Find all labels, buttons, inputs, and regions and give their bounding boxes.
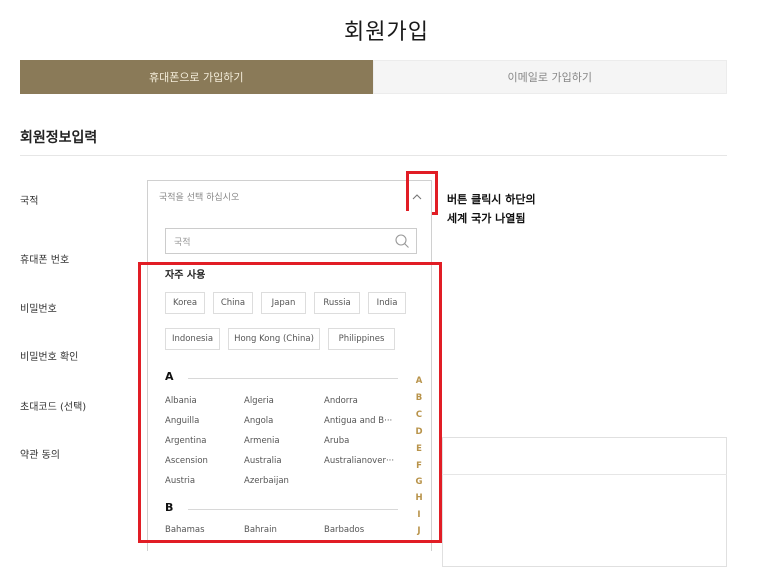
annotation-line-2: 세계 국가 나열됨 bbox=[447, 212, 526, 225]
password-confirm-label: 비밀번호 확인 bbox=[20, 352, 79, 363]
nationality-label: 국적 bbox=[20, 196, 39, 207]
invite-code-label: 초대코드 (선택) bbox=[20, 402, 87, 413]
annotation-line-1: 버튼 클릭시 하단의 bbox=[447, 193, 536, 206]
arrow-highlight-box bbox=[406, 171, 438, 215]
country-select-placeholder: 국적을 선택 하십시오 bbox=[159, 192, 240, 203]
signup-tabs: 휴대폰으로 가입하기 이메일로 가입하기 bbox=[20, 60, 727, 94]
list-highlight-box bbox=[138, 262, 442, 543]
terms-label: 약관 동의 bbox=[20, 450, 60, 461]
country-search-input[interactable]: 국적 bbox=[165, 228, 417, 254]
section-divider bbox=[20, 155, 727, 156]
page-title: 회원가입 bbox=[344, 20, 429, 45]
password-label: 비밀번호 bbox=[20, 304, 57, 315]
annotation-note: 버튼 클릭시 하단의 세계 국가 나열됨 bbox=[447, 190, 536, 228]
phone-label: 휴대폰 번호 bbox=[20, 255, 70, 266]
terms-divider bbox=[442, 474, 727, 475]
country-select[interactable]: 국적을 선택 하십시오 bbox=[147, 180, 432, 212]
terms-box bbox=[442, 437, 727, 567]
tab-phone-signup[interactable]: 휴대폰으로 가입하기 bbox=[20, 60, 373, 94]
tab-email-signup[interactable]: 이메일로 가입하기 bbox=[372, 60, 727, 94]
search-icon[interactable] bbox=[394, 233, 410, 249]
section-title: 회원정보입력 bbox=[20, 130, 98, 146]
country-search-placeholder: 국적 bbox=[174, 237, 191, 248]
